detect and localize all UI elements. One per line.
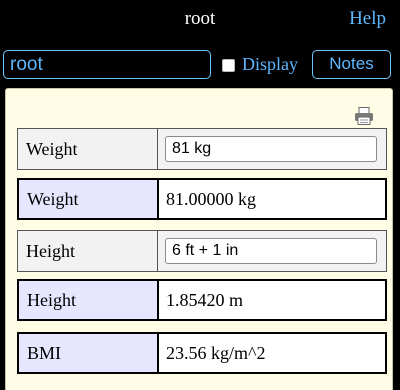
- weight-input-row: Weight: [17, 128, 387, 170]
- bmi-output-value: 23.56 kg/m^2: [159, 334, 385, 372]
- weight-output-value: 81.00000 kg: [159, 180, 385, 218]
- weight-output-row: Weight 81.00000 kg: [17, 178, 387, 220]
- weight-input-field[interactable]: [165, 136, 377, 162]
- notes-button[interactable]: Notes: [312, 50, 391, 79]
- title-bar: root Help: [0, 0, 400, 42]
- weight-input-label: Weight: [18, 129, 158, 169]
- bmi-output-label: BMI: [19, 334, 159, 372]
- window-title: root: [184, 8, 216, 29]
- display-checkbox[interactable]: [222, 59, 235, 72]
- display-toggle[interactable]: Display: [222, 54, 298, 75]
- height-output-row: Height 1.85420 m: [17, 279, 387, 321]
- height-input-field[interactable]: [165, 238, 377, 264]
- printer-icon[interactable]: [354, 107, 374, 125]
- help-link[interactable]: Help: [349, 8, 386, 30]
- height-output-value: 1.85420 m: [159, 281, 385, 319]
- calculator-panel: Weight Weight 81.00000 kg Height Height …: [5, 88, 393, 390]
- name-input[interactable]: [3, 50, 211, 79]
- height-input-label: Height: [18, 231, 158, 271]
- display-label: Display: [242, 54, 298, 74]
- toolbar: Display Notes: [0, 42, 400, 86]
- bmi-output-row: BMI 23.56 kg/m^2: [17, 332, 387, 374]
- weight-output-label: Weight: [19, 180, 159, 218]
- height-input-row: Height: [17, 230, 387, 272]
- height-output-label: Height: [19, 281, 159, 319]
